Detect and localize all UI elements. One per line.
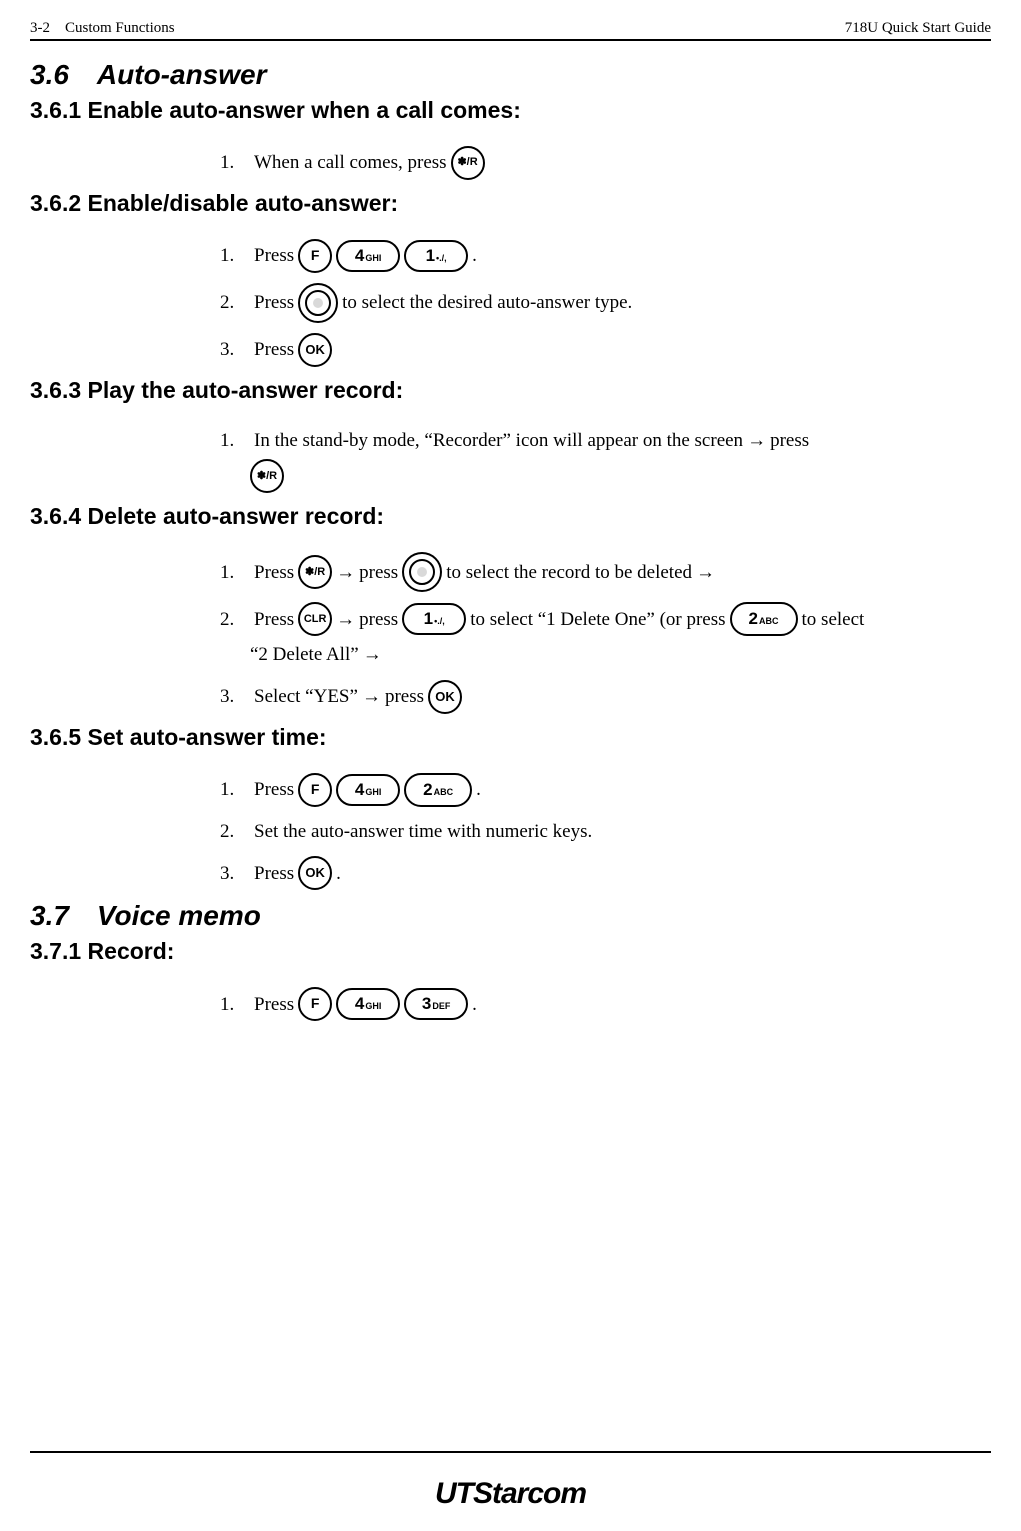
arrow-icon: → xyxy=(336,605,355,634)
step-end: . xyxy=(476,775,481,804)
list-number: 3. xyxy=(220,682,250,711)
list-item: 1. Press F 4GHI 2ABC . xyxy=(220,773,991,807)
step-text: Press xyxy=(254,558,294,587)
list-item: 3. Press OK xyxy=(220,333,991,367)
step-text: Press xyxy=(254,775,294,804)
step-end: . xyxy=(336,859,341,888)
list-item: 3. Select “YES” → press OK xyxy=(220,680,991,714)
section-3-6-title: 3.6 Auto-answer xyxy=(30,59,991,91)
section-3-6-2-title: 3.6.2 Enable/disable auto-answer: xyxy=(30,190,991,217)
header-right: 718U Quick Start Guide xyxy=(845,20,991,37)
page-footer: UTStarcom xyxy=(0,1451,1021,1511)
f-key-icon: F xyxy=(298,239,332,273)
step-end: . xyxy=(472,241,477,270)
arrow-icon: → xyxy=(336,558,355,587)
f-key-icon: F xyxy=(298,773,332,807)
section-3-6-4-title: 3.6.4 Delete auto-answer record: xyxy=(30,503,991,530)
list-number: 1. xyxy=(220,241,250,270)
section-3-6-5-title: 3.6.5 Set auto-answer time: xyxy=(30,724,991,751)
list-number: 1. xyxy=(220,990,250,1019)
step-text: Select “YES” xyxy=(254,682,358,711)
step-text: to select “1 Delete One” (or press xyxy=(470,605,725,634)
two-key-icon: 2ABC xyxy=(404,773,472,807)
list-item: 1. Press F 4GHI 1•./, . xyxy=(220,239,991,273)
header-left: 3-2 Custom Functions xyxy=(30,20,175,37)
step-end: to select the desired auto-answer type. xyxy=(342,288,632,317)
four-key-icon: 4GHI xyxy=(336,240,400,272)
step-text: Press xyxy=(254,990,294,1019)
arrow-icon: → xyxy=(696,558,715,587)
list-item: 2. Set the auto-answer time with numeric… xyxy=(220,817,991,846)
step-text: press xyxy=(770,426,809,455)
section-3-6-3-title: 3.6.3 Play the auto-answer record: xyxy=(30,377,991,404)
step-text: Press xyxy=(254,859,294,888)
step-text: “2 Delete All” xyxy=(250,640,359,669)
list-number: 1. xyxy=(220,148,250,177)
step-text: Press xyxy=(254,335,294,364)
record-key-icon: ✽/R xyxy=(250,459,284,493)
list-number: 1. xyxy=(220,426,250,455)
step-text: In the stand-by mode, “Recorder” icon wi… xyxy=(254,426,743,455)
list-number: 2. xyxy=(220,817,250,846)
step-text: press xyxy=(385,682,424,711)
footer-rule xyxy=(30,1451,991,1453)
list-number: 3. xyxy=(220,859,250,888)
page-header: 3-2 Custom Functions 718U Quick Start Gu… xyxy=(30,20,991,37)
list-number: 3. xyxy=(220,335,250,364)
ok-key-icon: OK xyxy=(298,333,332,367)
step-text: Press xyxy=(254,288,294,317)
section-3-6-1-title: 3.6.1 Enable auto-answer when a call com… xyxy=(30,97,991,124)
arrow-icon: → xyxy=(362,682,381,711)
list-number: 2. xyxy=(220,605,250,634)
list-item: 1. Press ✽/R → press to select the recor… xyxy=(220,552,991,592)
list-item: 2. Press to select the desired auto-answ… xyxy=(220,283,991,323)
list-number: 1. xyxy=(220,558,250,587)
step-text: to select xyxy=(802,605,865,634)
one-key-icon: 1•./, xyxy=(404,240,468,272)
arrow-icon: → xyxy=(363,640,382,669)
ok-key-icon: OK xyxy=(298,856,332,890)
list-item: 1. Press F 4GHI 3DEF . xyxy=(220,987,991,1021)
step-end: . xyxy=(472,990,477,1019)
list-item: 1. When a call comes, press ✽/R xyxy=(220,146,991,180)
ok-key-icon: OK xyxy=(428,680,462,714)
nav-wheel-icon xyxy=(402,552,442,592)
f-key-icon: F xyxy=(298,987,332,1021)
header-rule xyxy=(30,39,991,41)
three-key-icon: 3DEF xyxy=(404,988,468,1020)
two-key-icon: 2ABC xyxy=(730,602,798,636)
step-text: Press xyxy=(254,241,294,270)
list-item: 1. In the stand-by mode, “Recorder” icon… xyxy=(220,426,991,493)
list-item: 2. Press CLR → press 1•./, to select “1 … xyxy=(220,602,991,669)
record-key-icon: ✽/R xyxy=(451,146,485,180)
step-text: press xyxy=(359,558,398,587)
four-key-icon: 4GHI xyxy=(336,988,400,1020)
step-text: Set the auto-answer time with numeric ke… xyxy=(254,817,592,846)
one-key-icon: 1•./, xyxy=(402,603,466,635)
utstarcom-logo: UTStarcom xyxy=(0,1477,1021,1511)
arrow-icon: → xyxy=(747,426,766,455)
list-item: 3. Press OK . xyxy=(220,856,991,890)
four-key-icon: 4GHI xyxy=(336,774,400,806)
step-text: When a call comes, press xyxy=(254,148,447,177)
section-3-7-1-title: 3.7.1 Record: xyxy=(30,938,991,965)
list-number: 1. xyxy=(220,775,250,804)
section-3-7-title: 3.7 Voice memo xyxy=(30,900,991,932)
step-text: Press xyxy=(254,605,294,634)
step-text: press xyxy=(359,605,398,634)
list-number: 2. xyxy=(220,288,250,317)
nav-wheel-icon xyxy=(298,283,338,323)
record-key-icon: ✽/R xyxy=(298,555,332,589)
clr-key-icon: CLR xyxy=(298,602,332,636)
step-text: to select the record to be deleted xyxy=(446,558,692,587)
